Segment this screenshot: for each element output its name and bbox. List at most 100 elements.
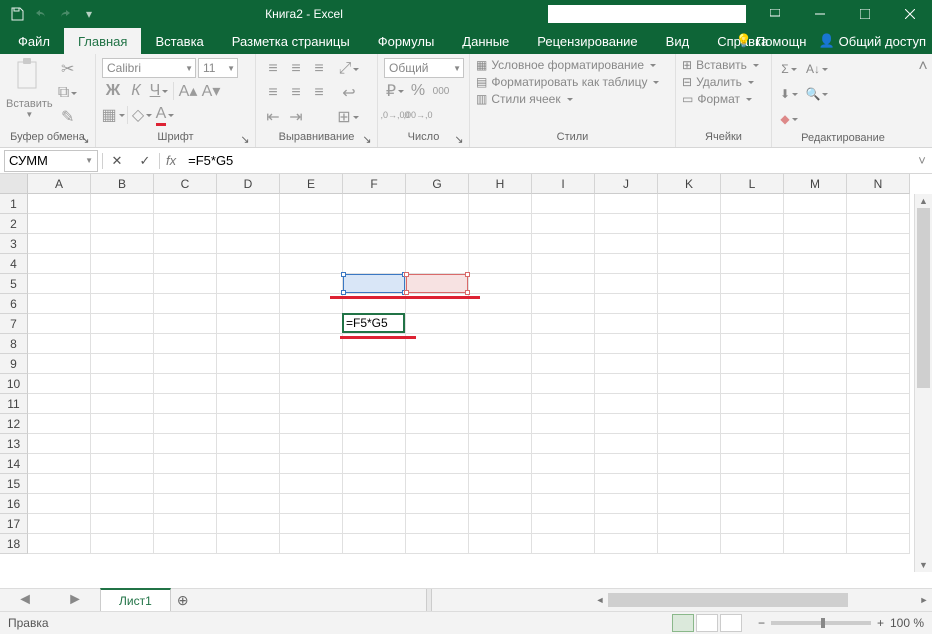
cell[interactable] bbox=[595, 354, 658, 374]
cell[interactable] bbox=[658, 214, 721, 234]
share-button[interactable]: 👤Общий доступ bbox=[818, 33, 926, 49]
cell[interactable] bbox=[406, 314, 469, 334]
cell[interactable] bbox=[784, 274, 847, 294]
tab-scroll-splitter[interactable] bbox=[426, 589, 432, 611]
row-header[interactable]: 5 bbox=[0, 274, 28, 294]
cell[interactable] bbox=[658, 194, 721, 214]
cell[interactable] bbox=[721, 454, 784, 474]
maximize-icon[interactable] bbox=[842, 0, 887, 28]
cell[interactable] bbox=[154, 494, 217, 514]
percent-format-icon[interactable]: % bbox=[407, 80, 429, 102]
cell[interactable] bbox=[91, 534, 154, 554]
cell[interactable] bbox=[595, 494, 658, 514]
cell[interactable] bbox=[154, 274, 217, 294]
cell[interactable] bbox=[658, 334, 721, 354]
fx-icon[interactable]: fx bbox=[160, 153, 182, 168]
row-header[interactable]: 17 bbox=[0, 514, 28, 534]
scroll-left-icon[interactable]: ◄ bbox=[592, 589, 608, 611]
tab-view[interactable]: Вид bbox=[652, 28, 704, 54]
cell[interactable] bbox=[406, 474, 469, 494]
cell[interactable] bbox=[847, 334, 910, 354]
cell[interactable] bbox=[784, 514, 847, 534]
cell[interactable] bbox=[532, 474, 595, 494]
wrap-text-icon[interactable]: ↩ bbox=[338, 82, 360, 104]
row-header[interactable]: 1 bbox=[0, 194, 28, 214]
cell[interactable] bbox=[280, 514, 343, 534]
cell[interactable] bbox=[532, 334, 595, 354]
row-header[interactable]: 4 bbox=[0, 254, 28, 274]
cell[interactable] bbox=[28, 274, 91, 294]
cell[interactable] bbox=[28, 494, 91, 514]
cell[interactable] bbox=[658, 474, 721, 494]
cell[interactable] bbox=[469, 254, 532, 274]
cells-area[interactable] bbox=[28, 194, 914, 572]
vscroll-thumb[interactable] bbox=[917, 208, 930, 388]
cell[interactable] bbox=[28, 214, 91, 234]
cell[interactable] bbox=[91, 454, 154, 474]
cell[interactable] bbox=[532, 354, 595, 374]
enter-formula-icon[interactable]: ✓ bbox=[131, 150, 159, 172]
sheet-tab-active[interactable]: Лист1 bbox=[100, 588, 171, 611]
column-header[interactable]: G bbox=[406, 174, 469, 194]
cell[interactable] bbox=[784, 474, 847, 494]
cell[interactable] bbox=[469, 354, 532, 374]
cell[interactable] bbox=[406, 354, 469, 374]
row-header[interactable]: 7 bbox=[0, 314, 28, 334]
align-bottom-icon[interactable]: ≡ bbox=[308, 58, 330, 80]
cell[interactable] bbox=[847, 214, 910, 234]
hscroll-thumb[interactable] bbox=[608, 593, 848, 607]
cell[interactable] bbox=[469, 374, 532, 394]
cell[interactable] bbox=[721, 474, 784, 494]
cell[interactable] bbox=[595, 374, 658, 394]
cell[interactable] bbox=[343, 534, 406, 554]
cell[interactable] bbox=[847, 394, 910, 414]
cell[interactable] bbox=[532, 254, 595, 274]
cell[interactable] bbox=[28, 334, 91, 354]
close-icon[interactable] bbox=[887, 0, 932, 28]
cell[interactable] bbox=[406, 534, 469, 554]
cell[interactable] bbox=[28, 354, 91, 374]
zoom-out-icon[interactable]: − bbox=[758, 616, 765, 630]
cell[interactable] bbox=[847, 374, 910, 394]
clipboard-dialog-launcher[interactable]: ↘ bbox=[79, 133, 91, 145]
column-header[interactable]: C bbox=[154, 174, 217, 194]
cell[interactable] bbox=[784, 354, 847, 374]
font-dialog-launcher[interactable]: ↘ bbox=[239, 133, 251, 145]
cell[interactable] bbox=[847, 474, 910, 494]
cell[interactable] bbox=[595, 514, 658, 534]
row-header[interactable]: 13 bbox=[0, 434, 28, 454]
cell[interactable] bbox=[721, 354, 784, 374]
insert-cells-button[interactable]: ⊞Вставить bbox=[682, 58, 759, 72]
cell[interactable] bbox=[469, 414, 532, 434]
clear-icon[interactable]: ◆ bbox=[778, 108, 800, 130]
cell[interactable] bbox=[28, 434, 91, 454]
tab-file[interactable]: Файл bbox=[4, 28, 64, 54]
cell[interactable] bbox=[217, 254, 280, 274]
cell[interactable] bbox=[658, 454, 721, 474]
sort-filter-icon[interactable]: A↓ bbox=[806, 58, 828, 80]
cell[interactable] bbox=[343, 194, 406, 214]
cell[interactable] bbox=[847, 454, 910, 474]
cell[interactable] bbox=[847, 494, 910, 514]
delete-cells-button[interactable]: ⊟Удалить bbox=[682, 75, 754, 89]
increase-font-icon[interactable]: A▴ bbox=[177, 80, 199, 102]
cell[interactable] bbox=[217, 494, 280, 514]
cell[interactable] bbox=[217, 414, 280, 434]
cell[interactable] bbox=[28, 394, 91, 414]
row-header[interactable]: 2 bbox=[0, 214, 28, 234]
cell[interactable] bbox=[343, 354, 406, 374]
cut-icon[interactable]: ✂ bbox=[57, 58, 79, 80]
row-header[interactable]: 9 bbox=[0, 354, 28, 374]
cell[interactable] bbox=[343, 454, 406, 474]
cell[interactable] bbox=[658, 314, 721, 334]
sheet-nav-prev-icon[interactable]: ◄ bbox=[17, 591, 33, 609]
cell[interactable] bbox=[721, 514, 784, 534]
cell[interactable] bbox=[721, 534, 784, 554]
conditional-formatting-button[interactable]: ▦Условное форматирование bbox=[476, 58, 656, 72]
cell[interactable] bbox=[721, 234, 784, 254]
cell[interactable] bbox=[847, 314, 910, 334]
cell[interactable] bbox=[91, 394, 154, 414]
cell[interactable] bbox=[532, 294, 595, 314]
cell[interactable] bbox=[847, 254, 910, 274]
cell[interactable] bbox=[721, 214, 784, 234]
